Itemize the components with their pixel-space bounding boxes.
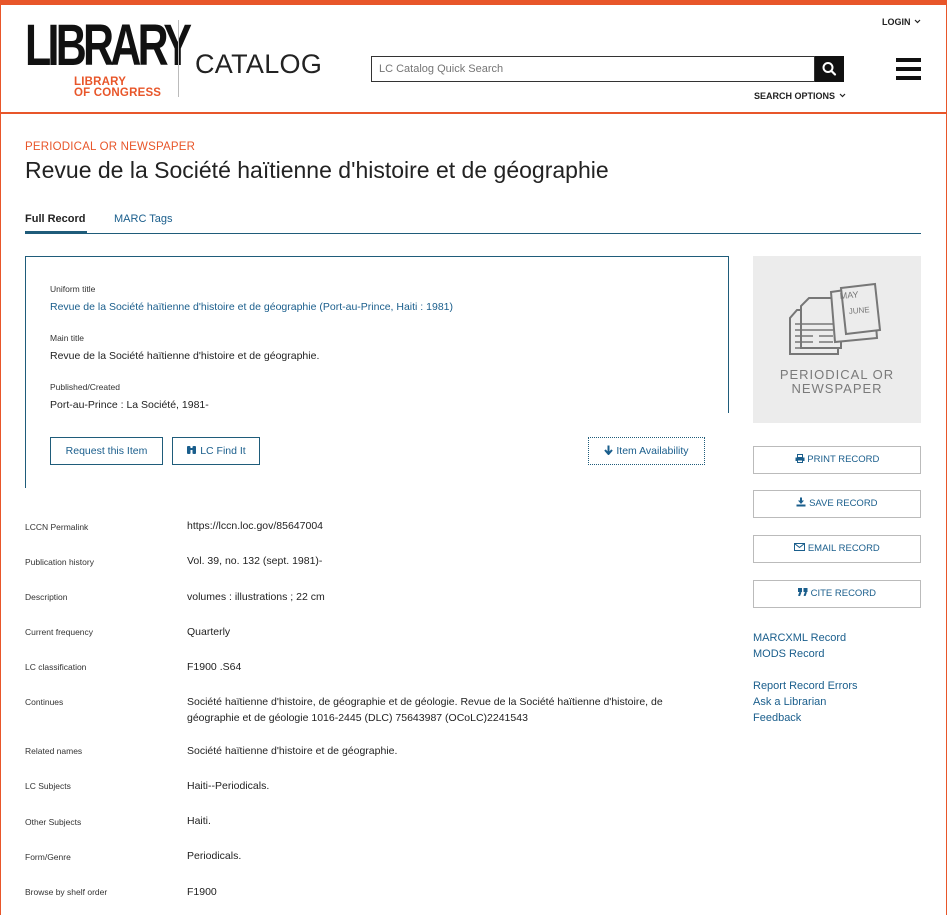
logo-wordmark: LIBRARY <box>25 13 192 78</box>
request-item-button[interactable]: Request this Item <box>50 437 163 465</box>
uniform-title-label: Uniform title <box>50 284 96 294</box>
report-errors-link[interactable]: Report Record Errors <box>753 680 858 692</box>
newspaper-icon: MAY JUNE <box>789 282 882 355</box>
detail-label-description: Description <box>25 592 68 602</box>
detail-label-shelf-order: Browse by shelf order <box>25 887 108 897</box>
thumb-caption: PERIODICAL OR NEWSPAPER <box>779 367 895 396</box>
summary-box-right-edge <box>728 256 729 413</box>
chevron-down-icon <box>839 93 845 98</box>
format-thumbnail: MAY JUNE PERIODICAL OR NEWSPAPER <box>753 256 921 423</box>
library-logo[interactable]: LIBRARY LIBRARY OF CONGRESS <box>25 13 192 99</box>
detail-label-related-names: Related names <box>25 746 83 756</box>
quote-icon <box>797 588 808 597</box>
record-tabs: Full Record MARC Tags <box>25 207 921 234</box>
description-value: volumes : illustrations ; 22 cm <box>187 591 325 603</box>
email-record-button[interactable]: EMAIL RECORD <box>753 535 921 563</box>
detail-label-lc-subjects: LC Subjects <box>25 781 71 791</box>
feedback-link[interactable]: Feedback <box>753 712 801 724</box>
header-divider <box>0 112 947 114</box>
publication-history-value: Vol. 39, no. 132 (sept. 1981)- <box>187 555 323 567</box>
item-availability-label: Item Availability <box>616 445 689 457</box>
detail-label-form-genre: Form/Genre <box>25 852 71 862</box>
binoculars-icon <box>187 446 197 454</box>
login-label: LOGIN <box>882 17 911 27</box>
other-subjects-value: Haiti. <box>187 815 211 827</box>
chevron-down-icon <box>914 19 921 24</box>
shelf-order-link[interactable]: F1900 <box>187 884 727 900</box>
classification-value: F1900 .S64 <box>187 661 242 673</box>
print-record-button[interactable]: PRINT RECORD <box>753 446 921 474</box>
form-genre-link[interactable]: Periodicals. <box>187 848 727 864</box>
ask-librarian-link[interactable]: Ask a Librarian <box>753 696 826 708</box>
envelope-icon <box>794 543 806 551</box>
continues-link[interactable]: Société haïtienne d'histoire, de géograp… <box>187 694 707 726</box>
related-names-link[interactable]: Société haïtienne d'histoire et de géogr… <box>187 743 727 759</box>
format-kicker: PERIODICAL OR NEWSPAPER <box>25 141 196 153</box>
save-record-button[interactable]: SAVE RECORD <box>753 490 921 518</box>
login-menu[interactable]: LOGIN <box>882 17 921 27</box>
detail-label-classification: LC classification <box>25 662 87 672</box>
lc-subjects-link[interactable]: Haiti--Periodicals. <box>187 778 727 794</box>
cite-record-button[interactable]: CITE RECORD <box>753 580 921 608</box>
published-value: Port-au-Prince : La Société, 1981- <box>50 399 209 411</box>
detail-label-continues: Continues <box>25 697 64 707</box>
detail-label-other-subjects: Other Subjects <box>25 817 82 827</box>
request-item-label: Request this Item <box>65 445 148 457</box>
search-input[interactable] <box>371 56 815 82</box>
detail-label-frequency: Current frequency <box>25 627 94 637</box>
search-button[interactable] <box>815 56 844 82</box>
lccn-permalink-link[interactable]: https://lccn.loc.gov/85647004 <box>187 518 727 534</box>
tab-full-record[interactable]: Full Record <box>25 213 86 225</box>
catalog-title[interactable]: CATALOG <box>195 49 322 80</box>
marcxml-record-link[interactable]: MARCXML Record <box>753 632 846 644</box>
active-tab-indicator <box>25 231 87 234</box>
lc-find-it-label: LC Find It <box>200 445 246 457</box>
search-options-toggle[interactable]: SEARCH OPTIONS <box>754 91 846 101</box>
main-title-value: Revue de la Société haïtienne d'histoire… <box>50 350 320 362</box>
lc-find-it-button[interactable]: LC Find It <box>172 437 260 465</box>
menu-icon[interactable] <box>896 58 921 85</box>
logo-subtitle: LIBRARY OF CONGRESS <box>74 76 162 99</box>
logo-divider <box>178 20 179 97</box>
frequency-value: Quarterly <box>187 626 231 638</box>
email-record-label: EMAIL RECORD <box>807 543 880 554</box>
print-record-label: PRINT RECORD <box>807 454 880 465</box>
uniform-title-link[interactable]: Revue de la Société haïtienne d'histoire… <box>50 301 453 313</box>
mods-record-link[interactable]: MODS Record <box>753 648 825 660</box>
download-icon <box>796 497 806 507</box>
cite-record-label: CITE RECORD <box>810 588 877 599</box>
search-options-label: SEARCH OPTIONS <box>754 91 836 101</box>
save-record-label: SAVE RECORD <box>809 498 878 509</box>
tab-marc-tags[interactable]: MARC Tags <box>114 213 172 225</box>
print-icon <box>795 454 805 463</box>
thumb-month-june: JUNE <box>848 305 870 316</box>
page-title: Revue de la Société haïtienne d'histoire… <box>25 157 609 183</box>
published-label: Published/Created <box>50 382 120 392</box>
detail-label-lccn: LCCN Permalink <box>25 522 89 532</box>
arrow-down-icon <box>604 445 614 456</box>
detail-label-publication-history: Publication history <box>25 557 94 567</box>
search-icon <box>822 62 837 76</box>
item-availability-button[interactable]: Item Availability <box>588 437 705 465</box>
thumb-month-may: MAY <box>839 289 859 301</box>
main-title-label: Main title <box>50 333 85 343</box>
